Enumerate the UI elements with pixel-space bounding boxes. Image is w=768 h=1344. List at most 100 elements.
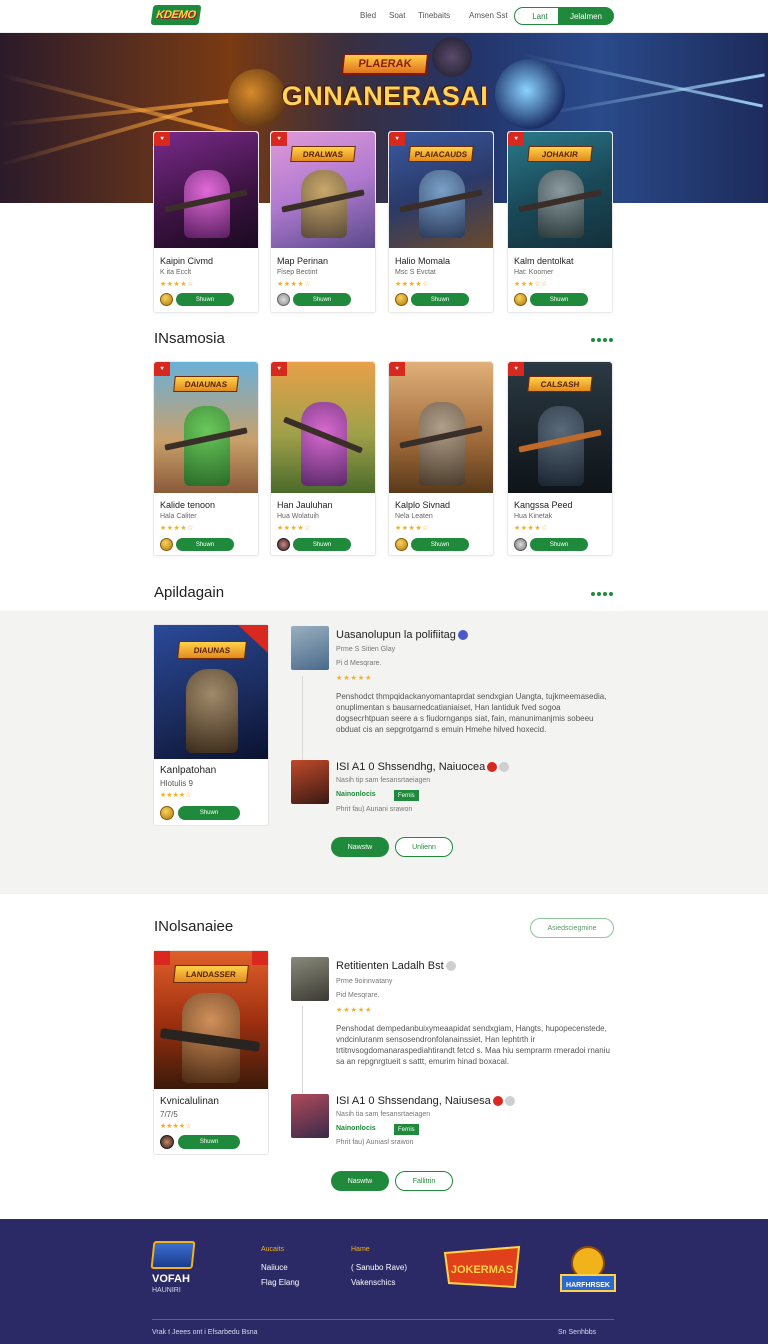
game-card-art: ♥ JOHAKIR (508, 132, 612, 248)
review-meta: Pid Mesqrare. (336, 992, 380, 999)
play-button[interactable]: Shuwn (293, 538, 351, 551)
game-card[interactable]: ♥ Kalplo Sivnad Nela Leaten ★★★★☆ Shuwn (388, 361, 494, 556)
primary-button[interactable]: Naswtw (331, 1171, 389, 1191)
hero-badge: PLAERAK (340, 53, 430, 75)
review-thumbnail[interactable] (291, 957, 329, 1001)
game-card-art: ♥ CALSASH (508, 362, 612, 493)
game-card-art: DIAUNAS (154, 625, 268, 759)
game-logo-banner: DRALWAS (290, 146, 356, 162)
play-button[interactable]: Shuwn (178, 1135, 240, 1149)
game-card-art: ♥ DRALWAS (271, 132, 375, 248)
secondary-button[interactable]: Fallitrin (395, 1171, 453, 1191)
play-button[interactable]: Shuwn (530, 293, 588, 306)
site-logo[interactable]: KDEMO (150, 5, 202, 25)
favorite-icon[interactable] (154, 951, 170, 965)
favorite-icon[interactable]: ♥ (508, 362, 524, 376)
game-card-art: ♥ PLAIACAUDS (389, 132, 493, 248)
more-dots-icon[interactable] (591, 338, 613, 342)
partner-badge[interactable]: JOKERMAS (441, 1243, 523, 1291)
footer-link[interactable]: Vakenschics (351, 1278, 395, 1287)
partner-badge-text: HARFHRSEK (566, 1282, 610, 1289)
play-button[interactable]: Shuwn (293, 293, 351, 306)
share-icon[interactable] (252, 951, 268, 965)
favorite-icon[interactable]: ♥ (389, 362, 405, 376)
favorite-icon[interactable]: ♥ (271, 132, 287, 146)
game-subtitle: Hat: Koomer (514, 269, 554, 276)
game-card[interactable]: ♥ Kaipin Civmd K ita Ecclt ★★★★☆ Shuwn (153, 131, 259, 313)
hero-title: GNNANERASAI (281, 81, 489, 111)
favorite-icon[interactable]: ♥ (508, 132, 524, 146)
favorite-icon[interactable]: ♥ (154, 362, 170, 376)
play-button[interactable]: Shuwn (176, 293, 234, 306)
tag-badge[interactable]: Fernis (394, 1124, 419, 1135)
coin-icon (160, 538, 173, 551)
hero-banner: PLAERAK GNNANERASAI (0, 33, 768, 203)
partner-badge[interactable]: HARFHRSEK (557, 1241, 619, 1297)
footer-column-heading: Aucaits (261, 1246, 284, 1253)
secondary-button[interactable]: Unlienn (395, 837, 453, 857)
play-button[interactable]: Shuwn (530, 538, 588, 551)
coin-icon (160, 293, 173, 306)
primary-button[interactable]: Nawstw (331, 837, 389, 857)
favorite-icon[interactable]: ♥ (389, 132, 405, 146)
alert-icon (487, 762, 498, 773)
game-card[interactable]: ♥ Han Jauluhan Hua Wolatuih ★★★★☆ Shuwn (270, 361, 376, 556)
review-title-text: ISI A1 0 Shssendang, Naiusesa (336, 1095, 491, 1107)
character-figure (419, 402, 465, 486)
info-icon (504, 1096, 515, 1107)
play-button[interactable]: Shuwn (411, 293, 469, 306)
footer-link[interactable]: Flag Elang (261, 1278, 299, 1287)
game-title: Han Jauluhan (277, 500, 333, 510)
review-title-text: Uasanolupun la polifiitag (336, 629, 456, 641)
footer-logo[interactable] (150, 1241, 196, 1269)
game-subtitle: Hlotulis 9 (160, 779, 193, 788)
copyright-text: Vrak t Jeees ont i Efsarbedu Bsna (152, 1329, 258, 1336)
game-card-art: LANDASSER (154, 951, 268, 1089)
footer-brand: VOFAH (152, 1273, 190, 1285)
game-card[interactable]: ♥ JOHAKIR Kalm dentolkat Hat: Koomer ★★★… (507, 131, 613, 313)
review-thumbnail[interactable] (291, 760, 329, 804)
play-button[interactable]: Shuwn (411, 538, 469, 551)
rating-stars: ★★★★☆ (160, 525, 194, 532)
featured-game-card[interactable]: DIAUNAS Kanlpatohan Hlotulis 9 ★★★★☆ Shu… (153, 624, 269, 826)
featured-game-card[interactable]: LANDASSER Kvnicalulinan 7/7/5 ★★★★☆ Shuw… (153, 950, 269, 1155)
nav-link-1[interactable]: Bled (360, 11, 376, 20)
more-dots-icon[interactable] (591, 592, 613, 596)
game-title: Kalm dentolkat (514, 256, 574, 266)
game-title: Kaipin Civmd (160, 256, 214, 266)
footer-link[interactable]: ( Sanubo Rave) (351, 1263, 407, 1272)
game-subtitle: Nela Leaten (395, 513, 433, 520)
game-card[interactable]: ♥ PLAIACAUDS Halio Momala Msc S Evctat ★… (388, 131, 494, 313)
tag-badge[interactable]: Fernis (394, 790, 419, 801)
game-card[interactable]: ♥ DAIAUNAS Kalide tenoon Hala Caliter ★★… (153, 361, 259, 556)
see-more-button[interactable]: Asiedsciegmine (530, 918, 614, 938)
game-card[interactable]: ♥ DRALWAS Map Perinan Fisep Bectint ★★★★… (270, 131, 376, 313)
section-title: INsamosia (154, 330, 225, 347)
game-title: Kangssa Peed (514, 500, 573, 510)
review-title: ISI A1 0 Shssendhg, Naiuocea (336, 761, 510, 773)
info-icon (445, 961, 456, 972)
play-button[interactable]: Shuwn (176, 538, 234, 551)
footer-link[interactable]: Naiiuce (261, 1263, 288, 1272)
game-logo-banner: DAIAUNAS (173, 376, 239, 392)
play-button[interactable]: Shuwn (178, 806, 240, 820)
signup-button[interactable]: Jelalmen (558, 7, 614, 25)
review-thumbnail[interactable] (291, 1094, 329, 1138)
favorite-icon[interactable]: ♥ (271, 362, 287, 376)
rating-stars: ★★★★☆ (277, 281, 311, 288)
coin-icon (395, 293, 408, 306)
review-thumbnail[interactable] (291, 626, 329, 670)
game-title: Map Perinan (277, 256, 329, 266)
nav-link-2[interactable]: Soat (389, 11, 405, 20)
review-body: Penshodat dempedanbuixymeaapidat sendxgi… (336, 1024, 610, 1066)
review-meta: Nasih tia sam fesansrtaeiagen (336, 1111, 431, 1118)
character-figure (186, 669, 238, 753)
logo-text: KDEMO (155, 9, 197, 21)
category-tag[interactable]: Nainonlocis (336, 791, 376, 798)
partner-badge-text: JOKERMAS (451, 1264, 513, 1276)
favorite-icon[interactable]: ♥ (154, 132, 170, 146)
nav-link-3[interactable]: Tinebaits (418, 11, 450, 20)
category-tag[interactable]: Nainonlocis (336, 1125, 376, 1132)
nav-link-4[interactable]: Amsen Sst (469, 11, 508, 20)
game-card[interactable]: ♥ CALSASH Kangssa Peed Hua Kinetak ★★★★☆… (507, 361, 613, 556)
